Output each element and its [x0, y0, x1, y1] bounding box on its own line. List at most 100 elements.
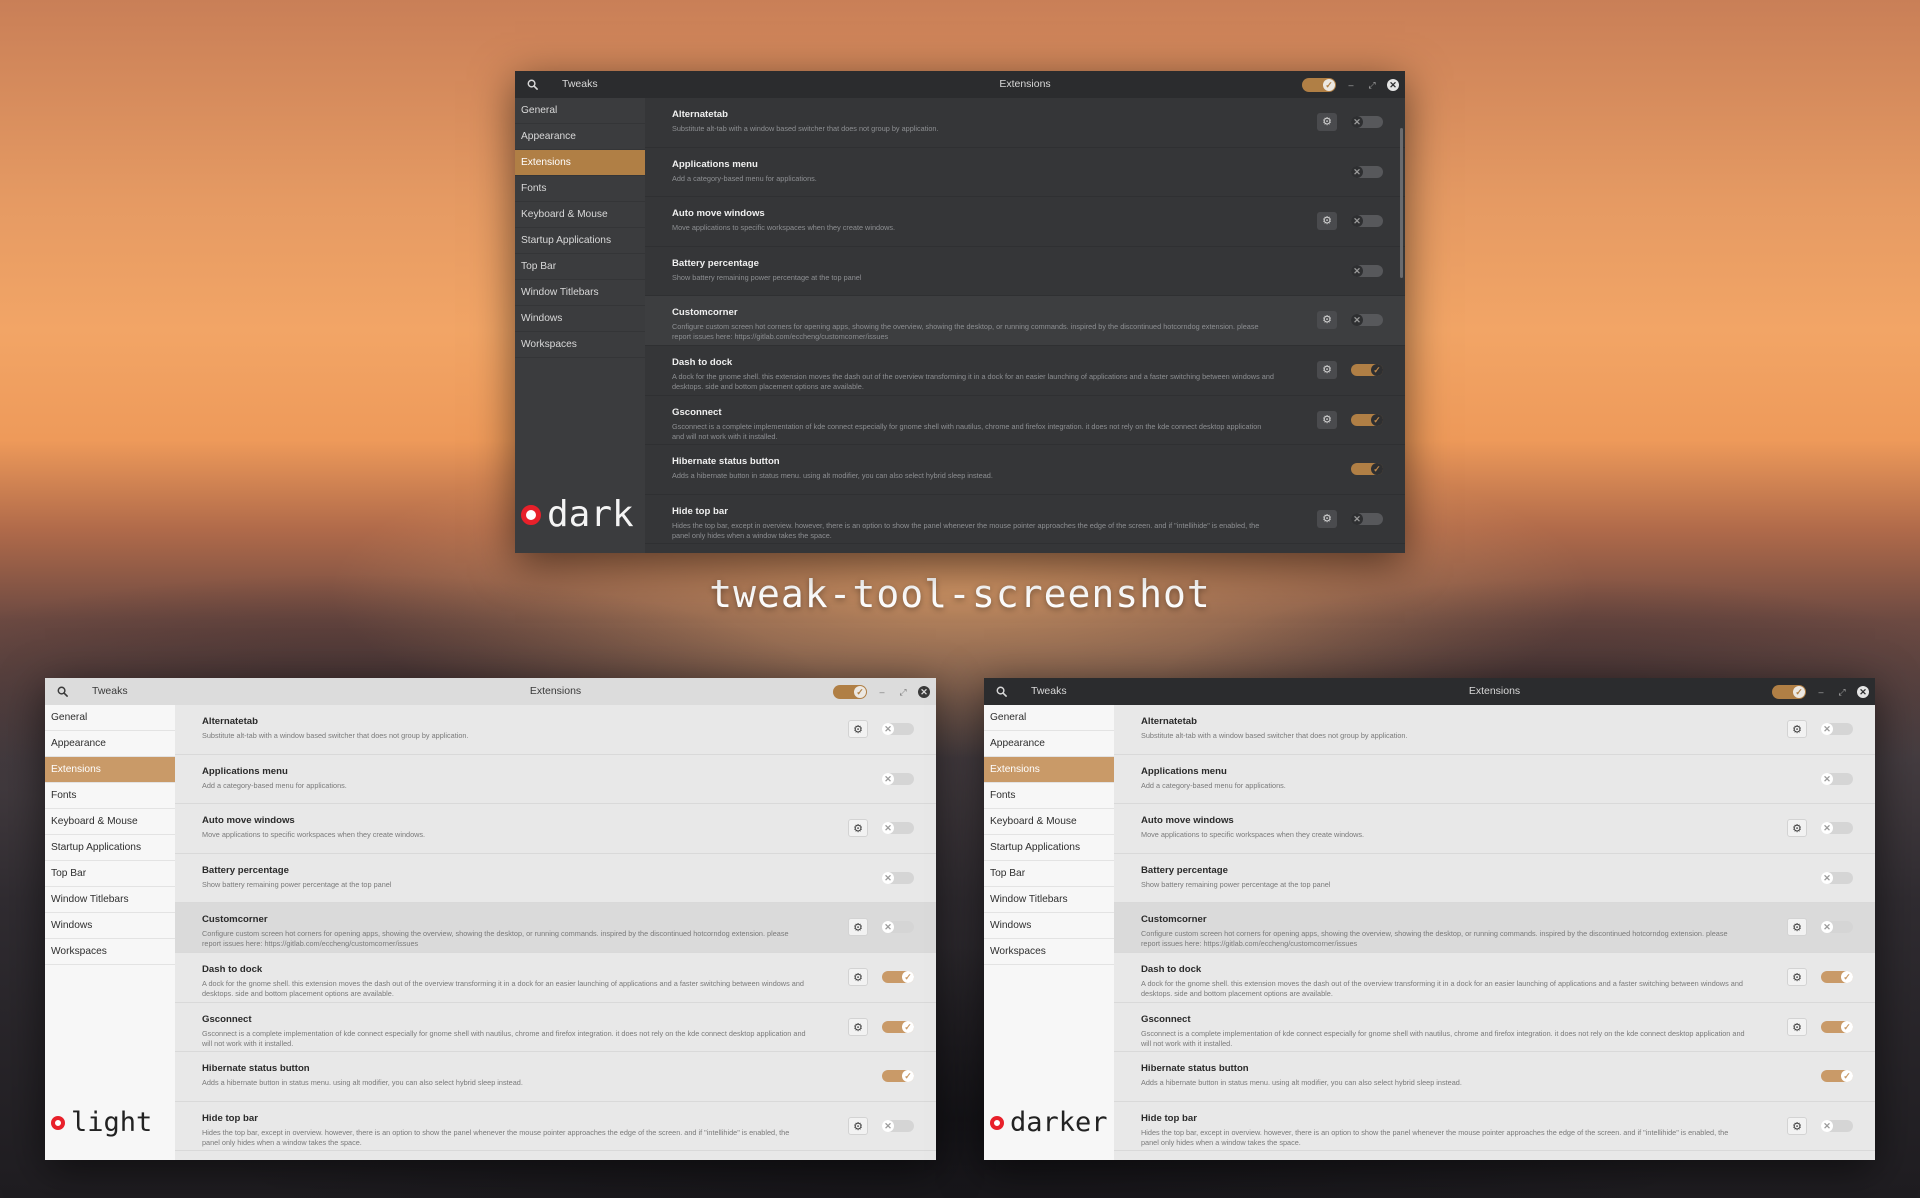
- close-icon[interactable]: ✕: [918, 685, 930, 698]
- maximize-icon[interactable]: ⤢: [1836, 686, 1848, 698]
- minimize-icon[interactable]: –: [1815, 686, 1827, 698]
- extension-name: Auto move windows: [202, 815, 295, 827]
- extension-toggle[interactable]: ✕: [1351, 116, 1383, 128]
- extension-toggle[interactable]: ✕: [882, 822, 914, 835]
- sidebar-item[interactable]: Keyboard & Mouse: [45, 809, 175, 835]
- maximize-icon[interactable]: ⤢: [897, 686, 909, 698]
- extension-toggle[interactable]: ✕: [1351, 512, 1383, 525]
- gear-icon[interactable]: ⚙: [848, 720, 868, 738]
- gear-icon[interactable]: ⚙: [1787, 967, 1807, 986]
- extension-name: Battery percentage: [202, 864, 289, 876]
- gear-icon[interactable]: ⚙: [1787, 918, 1807, 937]
- sidebar-item[interactable]: Windows: [45, 913, 175, 939]
- sidebar-item[interactable]: Appearance: [984, 731, 1114, 757]
- sidebar-item[interactable]: General: [984, 705, 1114, 731]
- extension-name: Battery percentage: [1141, 864, 1228, 876]
- extension-toggle[interactable]: ✓: [1821, 970, 1853, 983]
- extension-toggle[interactable]: ✕: [1351, 165, 1383, 178]
- maximize-icon[interactable]: ⤢: [1366, 79, 1378, 91]
- sidebar-item[interactable]: Startup Applications: [45, 835, 175, 861]
- sidebar-item[interactable]: Keyboard & Mouse: [984, 809, 1114, 835]
- minimize-icon[interactable]: –: [876, 686, 888, 698]
- x-icon: ✕: [1351, 116, 1363, 128]
- gear-icon[interactable]: ⚙: [1317, 410, 1337, 429]
- sidebar-item[interactable]: Startup Applications: [515, 228, 645, 254]
- sidebar-item[interactable]: Startup Applications: [984, 835, 1114, 861]
- search-icon[interactable]: [521, 71, 543, 98]
- theme-badge: dark: [521, 494, 634, 535]
- extension-toggle[interactable]: ✓: [882, 970, 914, 983]
- extension-toggle[interactable]: ✕: [1821, 772, 1853, 785]
- extension-toggle[interactable]: ✕: [882, 772, 914, 785]
- extension-toggle[interactable]: ✓: [1351, 363, 1383, 376]
- sidebar-item[interactable]: Workspaces: [984, 939, 1114, 965]
- sidebar-item[interactable]: Top Bar: [984, 861, 1114, 887]
- global-extensions-switch[interactable]: ✓: [833, 684, 867, 699]
- sidebar-item[interactable]: Window Titlebars: [515, 280, 645, 306]
- extension-toggle[interactable]: ✕: [882, 1119, 914, 1132]
- sidebar-item[interactable]: Appearance: [45, 731, 175, 757]
- sidebar-item[interactable]: Fonts: [45, 783, 175, 809]
- gear-icon[interactable]: ⚙: [1787, 819, 1807, 838]
- extension-toggle[interactable]: ✕: [882, 871, 914, 884]
- extension-toggle[interactable]: ✕: [882, 723, 914, 735]
- extension-toggle[interactable]: ✓: [882, 1020, 914, 1033]
- extension-name: Hide top bar: [1141, 1112, 1197, 1124]
- extension-toggle[interactable]: ✓: [1821, 1070, 1853, 1083]
- sidebar-item[interactable]: Workspaces: [45, 939, 175, 965]
- extension-toggle[interactable]: ✓: [1351, 413, 1383, 426]
- extension-toggle[interactable]: ✕: [1351, 314, 1383, 327]
- gear-icon[interactable]: ⚙: [848, 1116, 868, 1135]
- close-icon[interactable]: ✕: [1857, 685, 1869, 698]
- gear-icon[interactable]: ⚙: [1317, 113, 1337, 131]
- sidebar-item[interactable]: Top Bar: [515, 254, 645, 280]
- extension-row: Applications menu Add a category-based me…: [645, 148, 1405, 198]
- extension-toggle[interactable]: ✕: [882, 921, 914, 934]
- gear-icon[interactable]: ⚙: [1317, 509, 1337, 528]
- extension-toggle[interactable]: ✓: [1821, 1020, 1853, 1033]
- extension-name: Dash to dock: [202, 963, 263, 975]
- search-icon[interactable]: [51, 678, 73, 705]
- sidebar-item[interactable]: Fonts: [984, 783, 1114, 809]
- global-extensions-switch[interactable]: ✓: [1302, 77, 1336, 92]
- sidebar-item[interactable]: Appearance: [515, 124, 645, 150]
- extension-toggle[interactable]: ✕: [1821, 871, 1853, 884]
- sidebar-item[interactable]: Fonts: [515, 176, 645, 202]
- extension-toggle[interactable]: ✕: [1821, 921, 1853, 934]
- scrollbar[interactable]: [1400, 128, 1403, 278]
- extension-name: Alternatetab: [1141, 716, 1197, 727]
- sidebar-item[interactable]: Extensions: [984, 757, 1114, 783]
- gear-icon[interactable]: ⚙: [1787, 1116, 1807, 1135]
- minimize-icon[interactable]: –: [1345, 79, 1357, 91]
- gear-icon[interactable]: ⚙: [1787, 720, 1807, 738]
- global-extensions-switch[interactable]: ✓: [1772, 684, 1806, 699]
- close-icon[interactable]: ✕: [1387, 78, 1399, 91]
- sidebar-item[interactable]: Keyboard & Mouse: [515, 202, 645, 228]
- extension-toggle[interactable]: ✕: [1821, 822, 1853, 835]
- sidebar-item[interactable]: General: [45, 705, 175, 731]
- extension-toggle[interactable]: ✕: [1351, 264, 1383, 277]
- sidebar-item[interactable]: Window Titlebars: [984, 887, 1114, 913]
- sidebar-item[interactable]: Top Bar: [45, 861, 175, 887]
- sidebar-item[interactable]: Workspaces: [515, 332, 645, 358]
- gear-icon[interactable]: ⚙: [848, 967, 868, 986]
- gear-icon[interactable]: ⚙: [1317, 360, 1337, 379]
- gear-icon[interactable]: ⚙: [1317, 212, 1337, 231]
- gear-icon[interactable]: ⚙: [1317, 311, 1337, 330]
- gear-icon[interactable]: ⚙: [848, 918, 868, 937]
- extension-toggle[interactable]: ✕: [1351, 215, 1383, 228]
- extension-toggle[interactable]: ✕: [1821, 1119, 1853, 1132]
- gear-icon[interactable]: ⚙: [848, 1017, 868, 1036]
- search-icon[interactable]: [990, 678, 1012, 705]
- sidebar-item[interactable]: Extensions: [45, 757, 175, 783]
- extension-toggle[interactable]: ✓: [1351, 463, 1383, 476]
- extension-toggle[interactable]: ✕: [1821, 723, 1853, 735]
- sidebar-item[interactable]: General: [515, 98, 645, 124]
- sidebar-item[interactable]: Extensions: [515, 150, 645, 176]
- gear-icon[interactable]: ⚙: [1787, 1017, 1807, 1036]
- sidebar-item[interactable]: Windows: [984, 913, 1114, 939]
- sidebar-item[interactable]: Window Titlebars: [45, 887, 175, 913]
- sidebar-item[interactable]: Windows: [515, 306, 645, 332]
- gear-icon[interactable]: ⚙: [848, 819, 868, 838]
- extension-toggle[interactable]: ✓: [882, 1070, 914, 1083]
